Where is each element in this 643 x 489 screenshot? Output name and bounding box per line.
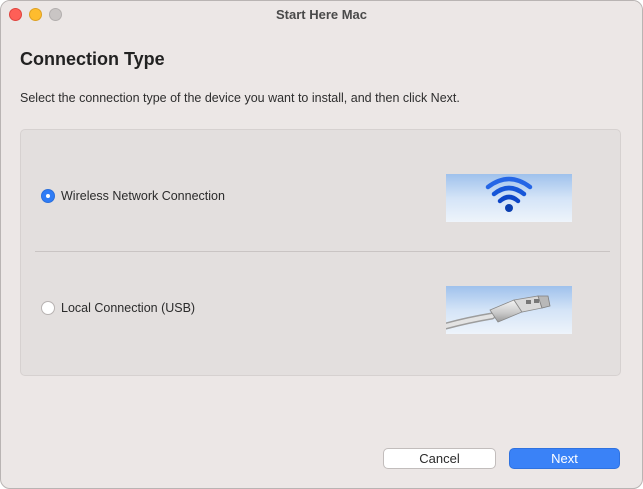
usb-cable-icon — [446, 286, 572, 334]
installer-window: Start Here Mac Connection Type Select th… — [0, 0, 643, 489]
wifi-icon — [446, 174, 572, 222]
wireless-radio-button[interactable] — [41, 189, 55, 203]
usb-connection-option[interactable]: Local Connection (USB) — [21, 278, 620, 338]
next-button[interactable]: Next — [509, 448, 620, 469]
page-title: Connection Type — [20, 49, 165, 69]
cancel-button[interactable]: Cancel — [383, 448, 496, 469]
instructions-text: Select the connection type of the device… — [20, 91, 460, 105]
usb-option-label[interactable]: Local Connection (USB) — [61, 301, 195, 315]
window-title: Start Here Mac — [275, 7, 368, 22]
options-divider — [35, 251, 610, 252]
wireless-option-label[interactable]: Wireless Network Connection — [61, 189, 225, 203]
title-bar: Start Here Mac — [1, 1, 642, 29]
wireless-connection-option[interactable]: Wireless Network Connection — [21, 166, 620, 226]
connection-options-panel: Wireless Network Connection Local Connec… — [20, 129, 621, 376]
usb-radio-button[interactable] — [41, 301, 55, 315]
